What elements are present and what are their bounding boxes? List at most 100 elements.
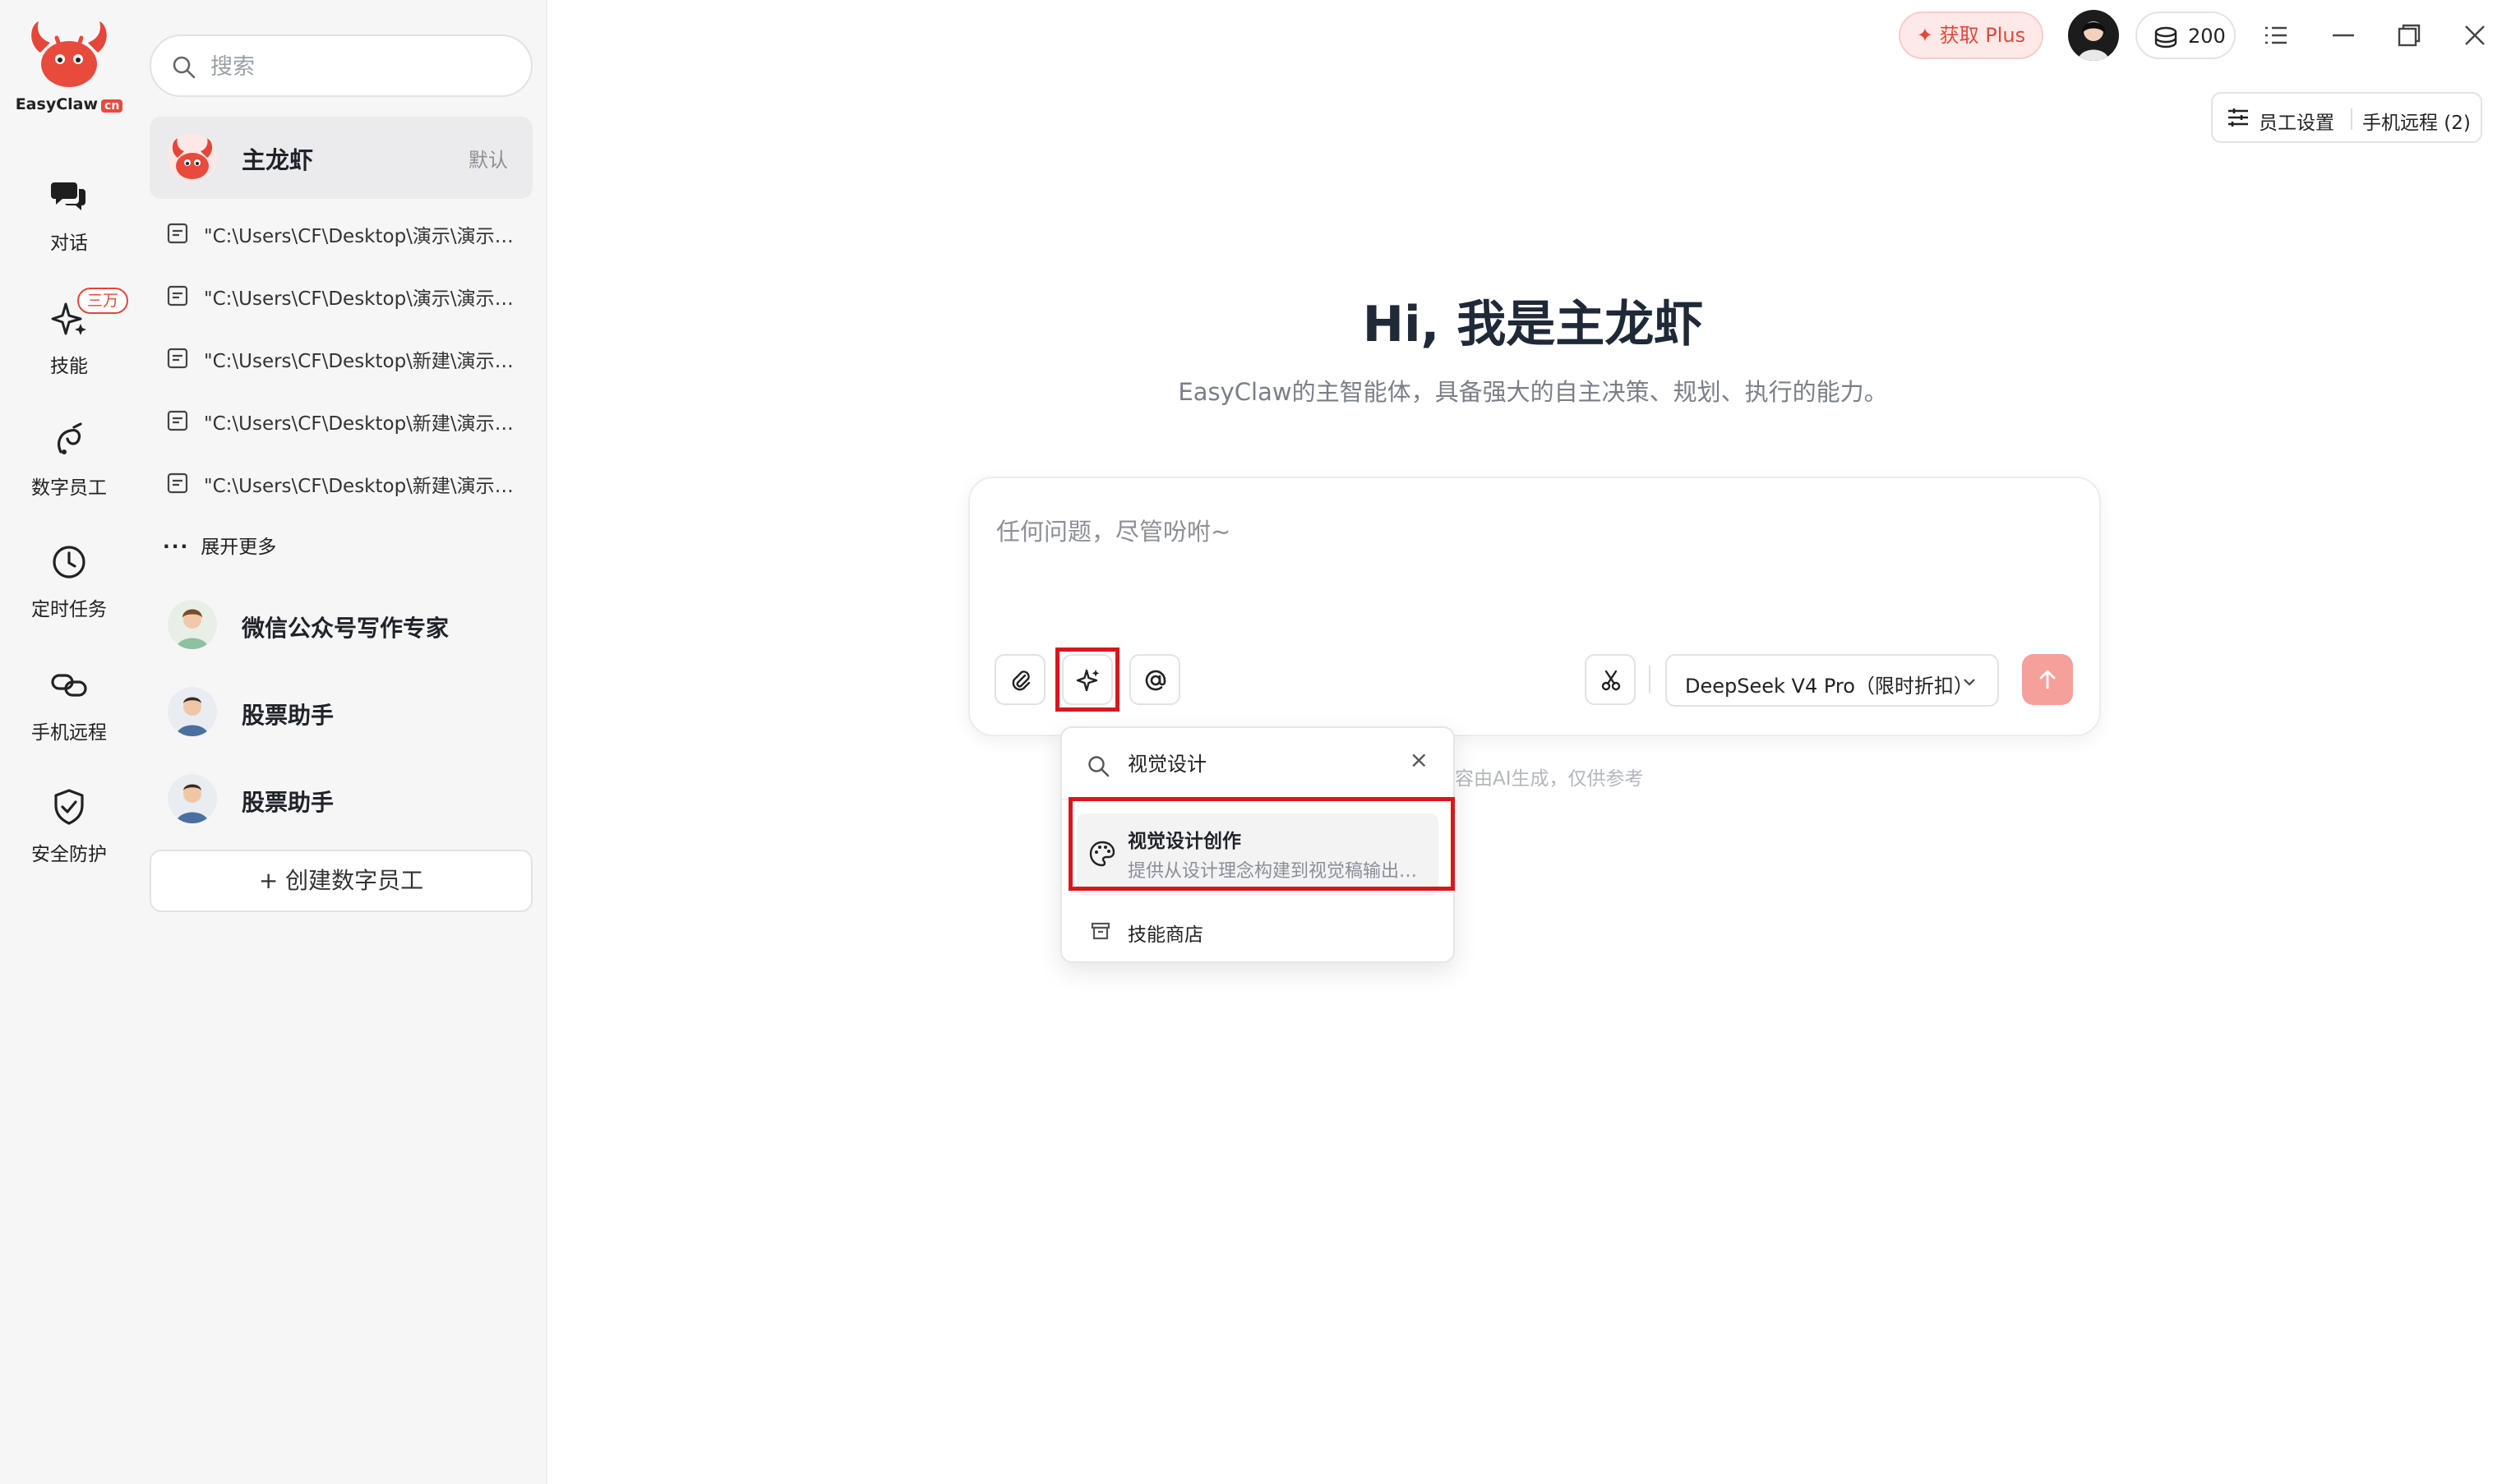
create-employee-button[interactable]: + 创建数字员工 — [150, 850, 533, 912]
employee-name: 微信公众号写作专家 — [242, 615, 450, 642]
rail-item-skills[interactable]: 三万 技能 — [0, 288, 138, 389]
scissors-icon — [1601, 670, 1621, 691]
rail-item-chat[interactable]: 对话 — [0, 176, 138, 266]
at-sign-icon — [1145, 670, 1166, 691]
hero-title: Hi, 我是主龙虾 — [1362, 296, 1704, 353]
star-icon: ✦ — [1916, 24, 1933, 47]
rail-label-phone-remote: 手机远程 — [31, 722, 107, 744]
user-avatar-icon — [2078, 21, 2109, 61]
coin-count: 200 — [2188, 25, 2226, 48]
employee-item[interactable]: 微信公众号写作专家 — [150, 588, 533, 662]
send-button[interactable] — [2022, 654, 2073, 705]
model-select-label: DeepSeek V4 Pro（限时折扣） — [1685, 675, 1973, 698]
history-item-label: "C:\Users\CF\Desktop\新建\演示.txt" — [204, 413, 516, 435]
digital-employee-icon — [58, 422, 82, 454]
close-icon — [2465, 25, 2485, 45]
logo-text: EasyClaw — [15, 95, 99, 113]
store-icon — [1091, 922, 1110, 940]
hero-subtitle: EasyClaw的主智能体，具备强大的自主决策、规划、执行的能力。 — [1178, 378, 1888, 406]
person-avatar-icon — [176, 697, 209, 736]
main-agent-default-tag: 默认 — [469, 149, 508, 172]
history-item[interactable]: "C:\Users\CF\Desktop\新建\演示.txt" — [150, 332, 533, 385]
minimize-button[interactable] — [2323, 15, 2364, 56]
rail-label-chat: 对话 — [50, 233, 88, 254]
document-icon — [167, 472, 188, 494]
document-icon — [167, 223, 188, 244]
user-avatar[interactable] — [2068, 10, 2119, 61]
scissors-button[interactable] — [1585, 654, 1636, 705]
document-icon — [167, 348, 188, 369]
rail-label-scheduled: 定时任务 — [31, 599, 107, 620]
rail-item-digital-employee[interactable]: 数字员工 — [0, 421, 138, 511]
prompt-input[interactable] — [995, 511, 2063, 618]
rail-item-security[interactable]: 安全防护 — [0, 787, 138, 878]
employee-item[interactable]: 股票助手 — [150, 675, 533, 749]
link-icon — [51, 674, 87, 697]
nav-rail: EasyClaw cn 对话 三万 技能 数字员工 定时任务 手机远程 安全防护 — [0, 0, 138, 1484]
get-plus-button[interactable]: ✦ 获取 Plus — [1899, 12, 2043, 59]
ai-disclaimer: 容由AI生成，仅供参考 — [1455, 768, 1644, 790]
menu-button[interactable] — [2255, 15, 2297, 56]
close-window-button[interactable] — [2454, 15, 2495, 56]
minimize-icon — [2333, 34, 2354, 37]
rail-item-scheduled[interactable]: 定时任务 — [0, 542, 138, 633]
history-item[interactable]: "C:\Users\CF\Desktop\新建\演示.txt" — [150, 457, 533, 509]
history-item[interactable]: "C:\Users\CF\Desktop\新建\演示.txt" — [150, 394, 533, 447]
chat-composer: DeepSeek V4 Pro（限时折扣） — [968, 477, 2101, 736]
rail-label-skills: 技能 — [50, 356, 88, 377]
person-avatar-icon — [176, 784, 209, 823]
composer-divider — [1649, 666, 1650, 694]
history-item[interactable]: "C:\Users\CF\Desktop\演示\演示.txt" — [150, 270, 533, 322]
employee-settings-button[interactable]: 员工设置 — [2226, 105, 2334, 134]
agent-sidebar: 主龙虾 默认 "C:\Users\CF\Desktop\演示\演示.txt" "… — [138, 0, 547, 1484]
employee-avatar — [168, 600, 217, 649]
employee-avatar — [168, 774, 217, 823]
main-agent-item[interactable]: 主龙虾 默认 — [150, 117, 533, 199]
sliders-icon — [2228, 108, 2248, 127]
crab-logo-icon — [31, 21, 107, 87]
expand-more-button[interactable]: ··· 展开更多 — [163, 531, 276, 559]
search-icon — [173, 56, 196, 79]
main-agent-avatar — [168, 133, 217, 182]
clear-search-icon[interactable]: × — [1410, 746, 1429, 773]
employee-item[interactable]: 股票助手 — [150, 763, 533, 836]
logo-badge: cn — [101, 99, 123, 113]
employee-avatar — [168, 687, 217, 736]
list-menu-icon — [2265, 26, 2287, 44]
restore-icon — [2398, 24, 2421, 47]
paperclip-icon — [1012, 671, 1031, 691]
main-agent-name: 主龙虾 — [242, 146, 314, 174]
skill-store-link[interactable]: 技能商店 — [1077, 910, 1438, 952]
skills-badge: 三万 — [77, 288, 129, 314]
chevron-down-icon — [1964, 679, 1975, 686]
history-item-label: "C:\Users\CF\Desktop\演示\演示.txt" — [204, 288, 516, 310]
sidebar-search — [150, 35, 533, 97]
employee-toolbar: 员工设置 手机远程 (2) — [2211, 92, 2482, 143]
model-select[interactable]: DeepSeek V4 Pro（限时折扣） — [1665, 654, 1999, 707]
phone-remote-button[interactable]: 手机远程 (2) — [2362, 107, 2471, 135]
search-input[interactable] — [209, 48, 513, 85]
skill-result-highlight — [1069, 797, 1455, 891]
employee-settings-label: 员工设置 — [2259, 113, 2334, 134]
document-icon — [167, 410, 188, 431]
skills-button-highlight — [1055, 648, 1119, 712]
arrow-up-icon — [2039, 670, 2056, 689]
person-avatar-icon — [176, 609, 209, 649]
coins-stack-icon — [2154, 26, 2177, 48]
ellipsis-icon: ··· — [163, 537, 190, 558]
history-item-label: "C:\Users\CF\Desktop\新建\演示.txt" — [204, 351, 516, 372]
coin-balance[interactable]: 200 — [2135, 12, 2236, 59]
skill-store-label: 技能商店 — [1128, 924, 1203, 946]
get-plus-label: 获取 Plus — [1939, 24, 2026, 47]
history-item[interactable]: "C:\Users\CF\Desktop\演示\演示.txt" — [150, 207, 533, 260]
restore-button[interactable] — [2389, 15, 2430, 56]
app-logo: EasyClaw cn — [5, 21, 133, 122]
attach-button[interactable] — [995, 654, 1046, 705]
document-icon — [167, 285, 188, 306]
skill-search-input[interactable]: 视觉设计 — [1128, 748, 1207, 777]
crab-avatar-icon — [172, 138, 213, 179]
mention-button[interactable] — [1129, 654, 1180, 705]
rail-item-phone-remote[interactable]: 手机远程 — [0, 666, 138, 756]
employee-name: 股票助手 — [242, 702, 335, 729]
chat-bubbles-icon — [51, 182, 85, 210]
